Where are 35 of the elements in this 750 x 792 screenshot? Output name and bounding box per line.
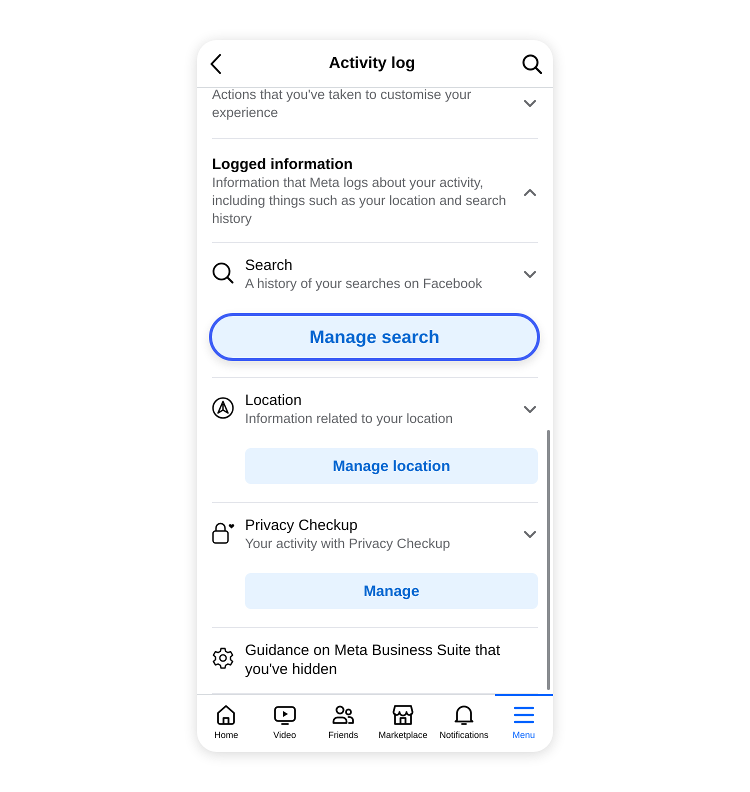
bell-icon — [452, 703, 476, 727]
nav-tab[interactable]: Marketplace — [372, 694, 434, 752]
back-icon[interactable] — [210, 54, 222, 74]
friends-icon — [331, 703, 356, 727]
item-title[interactable]: Privacy Checkup — [245, 516, 516, 535]
chevron-icon[interactable] — [524, 100, 536, 108]
search-icon — [212, 262, 234, 284]
item-description: A history of your searches on Facebook — [245, 275, 484, 293]
chevron-icon[interactable] — [524, 530, 536, 538]
item-description: Information related to your location — [245, 410, 454, 428]
item-description: Your activity with Privacy Checkup — [245, 535, 452, 553]
nav-tab[interactable]: Video — [255, 694, 314, 752]
item-title[interactable]: Search — [245, 256, 516, 275]
item-title[interactable]: Guidance on Meta Business Suite that you've hidden — [245, 641, 538, 679]
manage-button[interactable]: Manage location — [245, 448, 538, 484]
section-description: Information that Meta logs about your activity, including things such as your location and search history — [212, 174, 508, 228]
scrollbar[interactable] — [547, 430, 550, 690]
manage-button[interactable]: Manage — [245, 573, 538, 609]
item-title[interactable]: Location — [245, 391, 516, 410]
nav-tab[interactable]: Notifications — [433, 694, 495, 752]
section-title: Logged information — [212, 155, 354, 174]
search-icon[interactable] — [522, 54, 542, 74]
page-title: Activity log — [328, 54, 416, 72]
nav-tab[interactable]: Friends — [314, 694, 372, 752]
chevron-icon[interactable] — [524, 270, 536, 278]
marketplace-icon — [390, 703, 415, 727]
nav-tab[interactable]: Home — [197, 694, 256, 752]
chevron-icon[interactable] — [524, 406, 536, 414]
item-description: Actions that you've taken to customise your experience — [212, 88, 472, 122]
chevron-icon[interactable] — [524, 188, 536, 196]
lock-heart-icon — [212, 522, 236, 544]
nav-tab[interactable]: Menu — [494, 694, 553, 752]
manage-button[interactable]: Manage search — [209, 313, 540, 361]
video-icon — [272, 703, 297, 727]
settings-icon — [212, 647, 234, 669]
